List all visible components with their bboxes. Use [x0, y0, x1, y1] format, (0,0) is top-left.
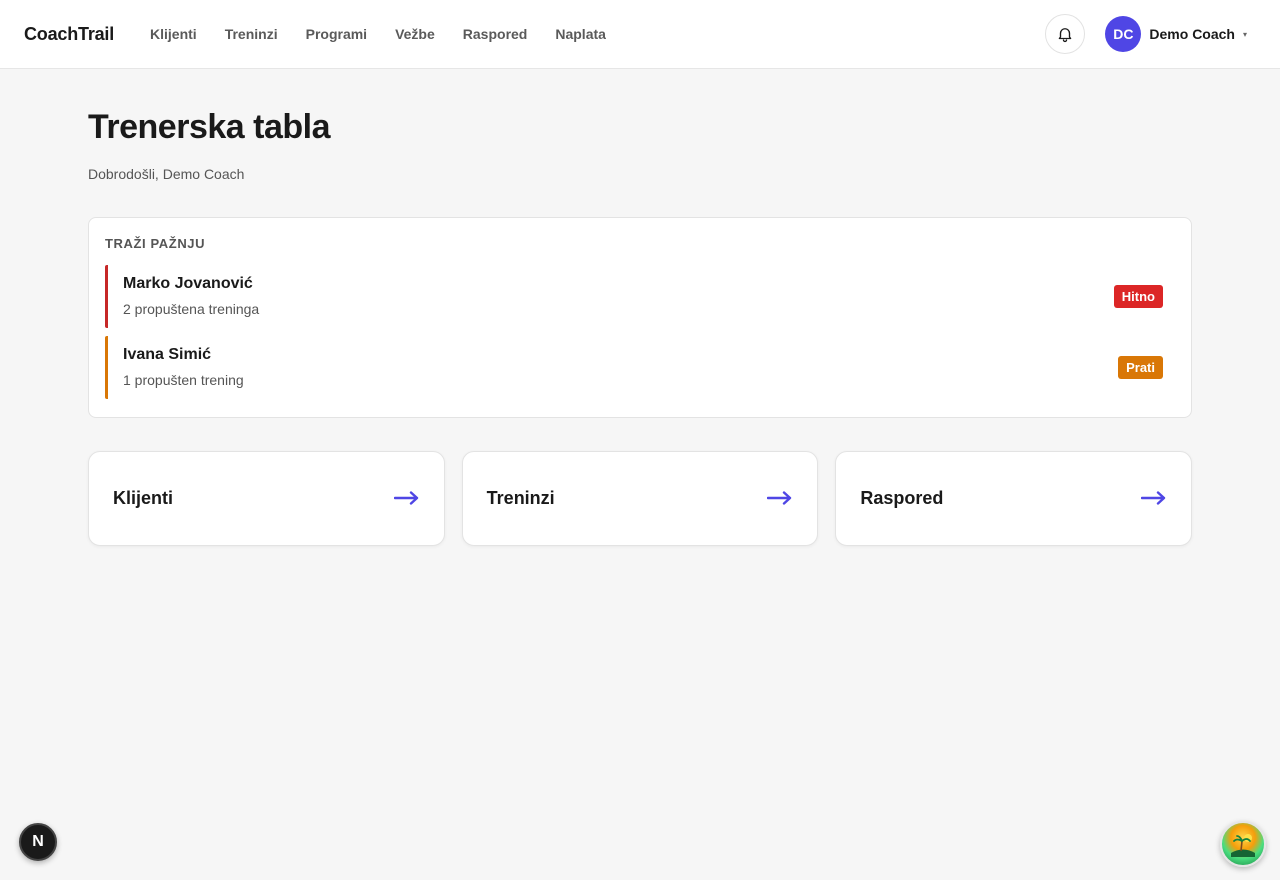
- arrow-right-icon: [393, 491, 420, 505]
- quick-link-raspored[interactable]: Raspored: [835, 450, 1193, 546]
- chevron-down-icon: ▾: [1242, 29, 1247, 39]
- brand-logo[interactable]: CoachTrail: [24, 24, 114, 45]
- attention-item-text: Marko Jovanović 2 propuštena treninga: [123, 275, 1114, 317]
- quick-link-label: Raspored: [860, 487, 944, 508]
- nav-item-programi[interactable]: Programi: [306, 26, 367, 42]
- attention-item[interactable]: Ivana Simić 1 propušten trening Prati: [105, 335, 1163, 399]
- user-name: Demo Coach: [1149, 26, 1235, 42]
- nav-item-raspored[interactable]: Raspored: [463, 26, 528, 42]
- attention-panel: TRAŽI PAŽNJU Marko Jovanović 2 propušten…: [88, 216, 1192, 418]
- avatar: DC: [1105, 16, 1142, 52]
- quick-link-label: Treninzi: [486, 487, 555, 508]
- dev-tools-button[interactable]: N: [19, 823, 57, 861]
- client-name: Marko Jovanović: [123, 275, 253, 293]
- island-icon[interactable]: [1220, 821, 1266, 867]
- nav-item-vezbe[interactable]: Vežbe: [395, 26, 435, 42]
- client-detail: 2 propuštena treninga: [123, 301, 260, 318]
- page-title: Trenerska tabla: [88, 108, 330, 146]
- quick-links: Klijenti Treninzi Raspored: [88, 450, 1193, 546]
- top-navbar: CoachTrail Klijenti Treninzi Programi Ve…: [0, 0, 1280, 69]
- nav-item-naplata[interactable]: Naplata: [555, 26, 606, 42]
- quick-link-klijenti[interactable]: Klijenti: [88, 450, 445, 546]
- nav-item-klijenti[interactable]: Klijenti: [150, 26, 197, 42]
- attention-item-text: Ivana Simić 1 propušten trening: [123, 346, 1118, 388]
- welcome-text: Dobrodošli, Demo Coach: [88, 165, 245, 182]
- status-badge: Prati: [1118, 355, 1163, 379]
- attention-item[interactable]: Marko Jovanović 2 propuštena treninga Hi…: [105, 264, 1163, 328]
- client-detail: 1 propušten trening: [123, 372, 244, 389]
- bell-icon: [1059, 28, 1072, 43]
- attention-title: TRAŽI PAŽNJU: [105, 235, 206, 251]
- quick-link-label: Klijenti: [113, 487, 174, 508]
- client-name: Ivana Simić: [123, 346, 212, 364]
- status-badge: Hitno: [1113, 284, 1163, 308]
- notifications-button[interactable]: [1045, 14, 1086, 54]
- nav-item-treninzi[interactable]: Treninzi: [225, 26, 278, 42]
- arrow-right-icon: [767, 491, 793, 505]
- main-nav: Klijenti Treninzi Programi Vežbe Raspore…: [150, 26, 606, 42]
- main-content: Trenerska tabla Dobrodošli, Demo Coach T…: [0, 107, 1280, 546]
- user-menu[interactable]: DC Demo Coach ▾: [1105, 16, 1256, 52]
- quick-link-treninzi[interactable]: Treninzi: [461, 450, 819, 546]
- header-actions: DC Demo Coach ▾: [1045, 14, 1256, 54]
- arrow-right-icon: [1141, 491, 1167, 505]
